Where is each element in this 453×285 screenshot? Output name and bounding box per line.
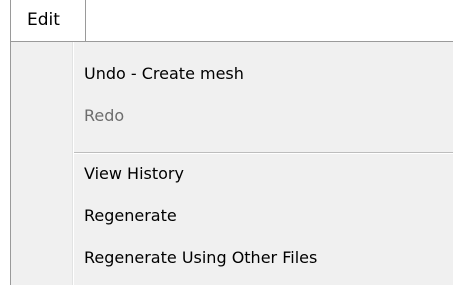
- menu-icon-gutter: [11, 42, 71, 285]
- menu-item-redo: Redo: [84, 106, 125, 125]
- menu-item-regenerate-other-files[interactable]: Regenerate Using Other Files: [84, 248, 317, 267]
- menu-separator-highlight: [74, 153, 453, 154]
- menu-item-view-history[interactable]: View History: [84, 164, 184, 183]
- edit-menu-title[interactable]: Edit: [10, 0, 86, 42]
- edit-dropdown-menu: Undo - Create mesh Redo View History Reg…: [10, 41, 453, 285]
- menu-bar: Edit: [0, 0, 453, 42]
- menu-item-regenerate[interactable]: Regenerate: [84, 206, 177, 225]
- gutter-divider-highlight: [73, 42, 74, 285]
- menu-item-undo[interactable]: Undo - Create mesh: [84, 64, 244, 83]
